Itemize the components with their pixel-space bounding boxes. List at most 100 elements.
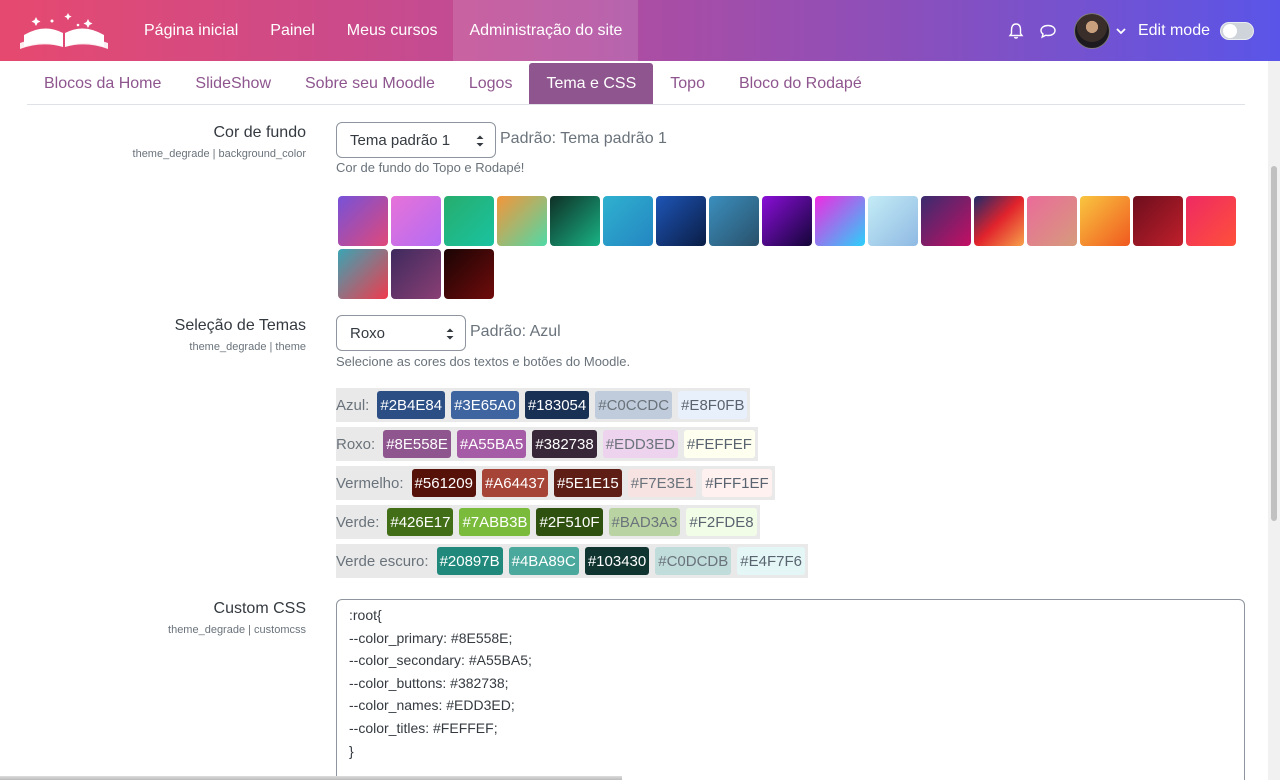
bell-icon[interactable] [1000,0,1032,61]
background-swatch[interactable] [444,249,494,299]
background-swatch[interactable] [656,196,706,246]
chat-bubble-icon[interactable] [1032,0,1064,61]
settings-tabs: Blocos da Home SlideShow Sobre seu Moodl… [27,63,1245,105]
css-line: :root{ [349,607,382,623]
background-swatch[interactable] [974,196,1024,246]
theme-name: Verde: [336,513,380,531]
background-swatch[interactable] [1133,196,1183,246]
background-swatch[interactable] [338,249,388,299]
color-chip: #4BA89C [508,547,579,575]
site-logo[interactable] [0,0,128,61]
color-chip: #2B4E84 [377,391,446,419]
custom-css-textarea[interactable]: :root{ --color_primary: #8E558E; --color… [336,599,1245,780]
background-swatch[interactable] [603,196,653,246]
color-chip: #FEFFEF [683,430,755,458]
color-chip: #F7E3E1 [627,469,697,497]
user-controls: Edit mode [1000,0,1254,61]
nav-home[interactable]: Página inicial [128,0,254,61]
background-swatch[interactable] [1186,196,1236,246]
custom-css-label-group: Custom CSS theme_degrade | customcss [27,600,306,636]
horizontal-scroll-edge [0,776,622,780]
color-chip: #3E65A0 [451,391,519,419]
color-chip: #E8F0FB [678,391,748,419]
color-chip: #A64437 [481,469,549,497]
theme-palette-row: Roxo: #8E558E #A55BA5 #382738 #EDD3ED #FEFFEF [336,427,758,461]
theme-selection-select[interactable]: Roxo [336,315,466,351]
background-swatch[interactable] [921,196,971,246]
theme-palette-row: Verde: #426E17 #7ABB3B #2F510F #BAD3A3 #F2FDE… [336,505,760,539]
css-line: --color_primary: #8E558E; [349,629,513,646]
color-chip: #EDD3ED [602,430,678,458]
background-color-default: Padrão: Tema padrão 1 [500,130,667,147]
background-color-selected: Tema padrão 1 [350,131,451,149]
open-book-icon [20,12,108,49]
nav-dashboard[interactable]: Painel [254,0,330,61]
background-swatch[interactable] [762,196,812,246]
background-swatch[interactable] [444,196,494,246]
custom-css-key: theme_degrade | customcss [168,624,306,636]
color-chip: #7ABB3B [459,508,531,536]
color-chip: #382738 [532,430,597,458]
edit-mode-label: Edit mode [1137,21,1210,39]
css-line: } [349,742,354,759]
tab-top[interactable]: Topo [653,63,722,104]
chevron-down-icon[interactable] [1116,27,1128,35]
css-line: --color_titles: #FEFFEF; [349,719,498,736]
background-swatch[interactable] [497,196,547,246]
nav-site-administration[interactable]: Administração do site [453,0,639,61]
color-chip: #F2FDE8 [686,508,757,536]
theme-name: Verde escuro: [336,552,429,570]
theme-selection-label-group: Seleção de Temas theme_degrade | theme [27,317,306,353]
top-navbar: Página inicial Painel Meus cursos Admini… [0,0,1280,61]
nav-my-courses[interactable]: Meus cursos [331,0,454,61]
theme-selection-default: Padrão: Azul [470,323,561,340]
background-swatch[interactable] [391,196,441,246]
background-color-key: theme_degrade | background_color [132,148,306,160]
background-swatch[interactable] [1027,196,1077,246]
theme-name: Roxo: [336,435,376,453]
background-color-label: Cor de fundo [213,124,306,141]
background-swatch[interactable] [391,249,441,299]
color-chip: #FFF1EF [702,469,772,497]
custom-css-label: Custom CSS [213,600,306,617]
tab-logos[interactable]: Logos [452,63,530,104]
tab-footer-block[interactable]: Bloco do Rodapé [722,63,879,104]
color-chip: #BAD3A3 [608,508,681,536]
color-chip: #183054 [524,391,590,419]
background-color-select[interactable]: Tema padrão 1 [336,122,496,158]
tab-about-moodle[interactable]: Sobre seu Moodle [288,63,452,104]
color-chip: #2F510F [536,508,603,536]
color-chip: #426E17 [387,508,454,536]
color-chip: #A55BA5 [456,430,527,458]
theme-selection-key: theme_degrade | theme [189,341,306,353]
theme-name: Vermelho: [336,474,404,492]
css-line: --color_names: #EDD3ED; [349,697,515,714]
background-swatch[interactable] [1080,196,1130,246]
theme-selection-label: Seleção de Temas [174,317,306,334]
background-swatch[interactable] [815,196,865,246]
color-chip: #5E1E15 [554,469,622,497]
theme-palette-row: Azul: #2B4E84 #3E65A0 #183054 #C0CCDC #E8F0FB [336,388,751,422]
color-chip: #103430 [584,547,650,575]
background-color-description: Cor de fundo do Topo e Rodapé! [336,160,525,175]
select-arrows-icon [446,328,454,340]
background-swatch[interactable] [868,196,918,246]
edit-mode-toggle[interactable] [1220,21,1254,40]
tab-slideshow[interactable]: SlideShow [178,63,288,104]
background-swatch[interactable] [550,196,600,246]
tab-theme-css[interactable]: Tema e CSS [529,63,654,104]
user-avatar[interactable] [1073,12,1110,49]
css-line: --color_secondary: #A55BA5; [349,652,532,669]
scrollbar-thumb[interactable] [1271,166,1277,521]
theme-palette-row: Verde escuro: #20897B #4BA89C #103430 #C0DCD… [336,544,808,578]
color-chip: #20897B [436,547,503,575]
background-color-label-group: Cor de fundo theme_degrade | background_… [27,124,306,160]
background-swatch[interactable] [338,196,388,246]
css-line: --color_buttons: #382738; [349,674,509,691]
theme-palette-row: Vermelho: #561209 #A64437 #5E1E15 #F7E3E1 #FF… [336,466,775,500]
select-arrows-icon [476,135,484,147]
background-swatch[interactable] [709,196,759,246]
theme-name: Azul: [336,396,370,414]
vertical-scrollbar[interactable] [1268,61,1280,780]
tab-home-blocks[interactable]: Blocos da Home [27,63,178,104]
